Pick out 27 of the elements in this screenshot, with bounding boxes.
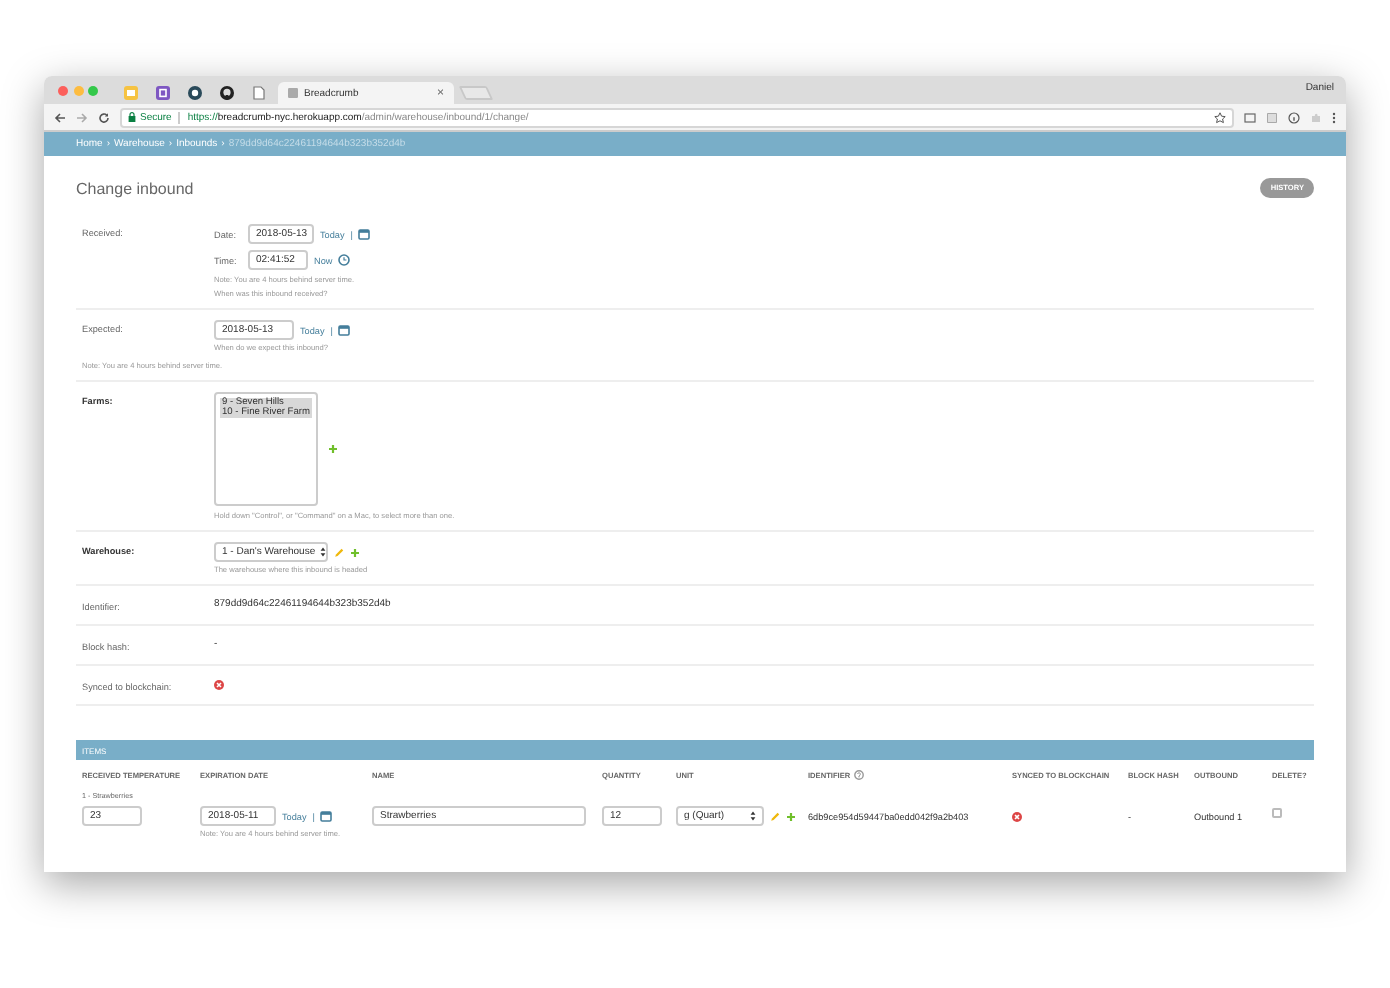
star-icon[interactable]	[1214, 111, 1226, 123]
select-arrows-icon	[319, 546, 326, 558]
pencil-icon[interactable]	[770, 811, 780, 821]
page-icon	[288, 88, 298, 98]
calendar-icon[interactable]	[358, 228, 371, 240]
calendar-icon[interactable]	[320, 810, 333, 822]
add-icon[interactable]	[786, 811, 796, 821]
folder-tab-icon[interactable]	[123, 86, 137, 100]
cast-icon[interactable]	[1244, 111, 1256, 123]
help-icon	[854, 770, 865, 780]
app-tab-icon[interactable]	[155, 86, 169, 100]
add-icon[interactable]	[350, 547, 360, 557]
lock-icon	[128, 112, 136, 122]
reload-icon[interactable]	[98, 111, 110, 123]
back-icon[interactable]	[54, 111, 66, 123]
circle-tab-icon[interactable]	[187, 86, 201, 100]
document-tab-icon[interactable]	[251, 86, 265, 100]
square-icon[interactable]	[1266, 111, 1278, 123]
forward-icon[interactable]	[76, 111, 88, 123]
select-arrows-icon	[750, 810, 756, 822]
delete-checkbox[interactable]	[1272, 808, 1282, 818]
page-title: Change inbound	[76, 179, 194, 197]
info-icon[interactable]	[1288, 111, 1300, 123]
pencil-icon[interactable]	[334, 547, 344, 557]
clock-icon[interactable]	[338, 254, 351, 266]
calendar-icon[interactable]	[338, 324, 351, 336]
add-icon[interactable]	[328, 444, 338, 454]
